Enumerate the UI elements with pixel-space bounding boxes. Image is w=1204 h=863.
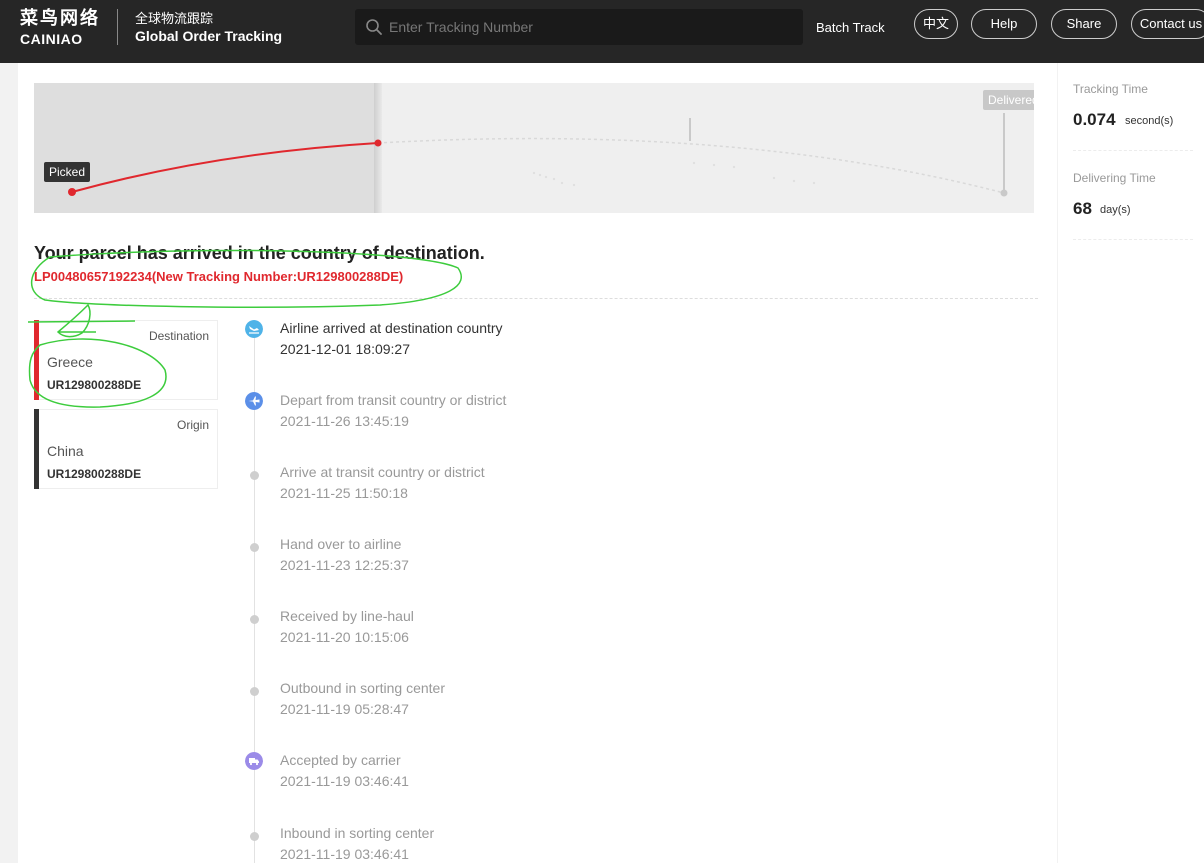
destination-code: UR129800288DE — [47, 378, 142, 392]
logo-en-text: CAINIAO — [20, 31, 83, 47]
event-title: Received by line-haul — [280, 608, 414, 624]
event-time: 2021-11-20 10:15:06 — [280, 629, 409, 645]
logo-cn-text: 菜鸟网络 — [20, 8, 100, 28]
top-header: 菜鸟网络 CAINIAO 全球物流跟踪 Global Order Trackin… — [0, 0, 1204, 63]
event-time: 2021-11-19 03:46:41 — [280, 846, 409, 862]
stats-divider — [1073, 239, 1193, 240]
site-subtitle: 全球物流跟踪 Global Order Tracking — [135, 10, 282, 46]
contact-us-button[interactable]: Contact us — [1131, 9, 1204, 39]
delivering-time-value: 68 — [1073, 199, 1092, 218]
batch-track-link[interactable]: Batch Track — [816, 20, 885, 35]
delivering-time-label: Delivering Time — [1073, 171, 1156, 185]
event-title: Accepted by carrier — [280, 752, 401, 768]
event-time: 2021-12-01 18:09:27 — [280, 341, 410, 357]
main-panel: Picked Delivered Your parcel has arrived… — [18, 63, 1057, 863]
plane-icon — [245, 392, 263, 410]
truck-icon — [245, 752, 263, 770]
route-map: Picked Delivered — [34, 83, 1034, 213]
event-time: 2021-11-19 03:46:41 — [280, 773, 409, 789]
destination-label: Destination — [148, 329, 209, 343]
event-time: 2021-11-23 12:25:37 — [280, 557, 409, 573]
subtitle-cn: 全球物流跟踪 — [135, 11, 214, 26]
event-title: Arrive at transit country or district — [280, 464, 485, 480]
event-title: Hand over to airline — [280, 536, 402, 552]
event-title: Outbound in sorting center — [280, 680, 445, 696]
share-button[interactable]: Share — [1051, 9, 1117, 39]
timeline-dot — [250, 471, 259, 480]
tracking-time-value: 0.074 — [1073, 110, 1116, 129]
origin-bar — [34, 409, 39, 489]
current-location-marker — [374, 139, 382, 147]
event-time: 2021-11-19 05:28:47 — [280, 701, 409, 717]
timeline-dot — [250, 543, 259, 552]
parcel-status-title: Your parcel has arrived in the country o… — [34, 243, 485, 263]
search-box — [355, 9, 803, 45]
timeline-event: Airline arrived at destination country 2… — [243, 320, 743, 370]
event-time: 2021-11-26 13:45:19 — [280, 413, 409, 429]
cainiao-logo[interactable]: 菜鸟网络 CAINIAO — [20, 8, 100, 48]
timeline-event: Arrive at transit country or district 20… — [243, 464, 743, 514]
destination-card: Destination Greece UR129800288DE — [34, 320, 218, 400]
route-path — [68, 113, 1008, 197]
event-title: Depart from transit country or district — [280, 392, 507, 408]
timeline-event: Outbound in sorting center 2021-11-19 05… — [243, 680, 743, 730]
picked-marker — [68, 188, 76, 196]
tracking-time-label: Tracking Time — [1073, 82, 1148, 96]
logo-divider — [117, 9, 118, 45]
stats-panel: Tracking Time 0.074 second(s) Delivering… — [1058, 63, 1204, 863]
delivered-marker — [1000, 189, 1008, 197]
origin-country: China — [47, 443, 84, 459]
timeline-dot — [250, 832, 259, 841]
timeline-dot — [250, 615, 259, 624]
event-time: 2021-11-25 11:50:18 — [280, 485, 408, 501]
timeline-event: Hand over to airline 2021-11-23 12:25:37 — [243, 536, 743, 586]
timeline-dot — [250, 687, 259, 696]
tracking-time-unit: second(s) — [1125, 115, 1174, 127]
plane-landing-icon — [245, 320, 263, 338]
destination-country: Greece — [47, 354, 93, 370]
event-title: Airline arrived at destination country — [280, 320, 503, 336]
event-title: Inbound in sorting center — [280, 825, 435, 841]
delivering-time-unit: day(s) — [1100, 204, 1131, 216]
origin-card: Origin China UR129800288DE — [34, 409, 218, 489]
language-button[interactable]: 中文 — [914, 9, 958, 39]
tracking-number-input[interactable] — [389, 9, 789, 45]
origin-label: Origin — [176, 418, 209, 432]
stats-divider — [1073, 150, 1193, 151]
origin-code: UR129800288DE — [47, 467, 142, 481]
delivered-tag: Delivered — [983, 90, 1034, 110]
timeline-event: Received by line-haul 2021-11-20 10:15:0… — [243, 608, 743, 658]
destination-bar — [34, 320, 39, 400]
timeline-event: Accepted by carrier 2021-11-19 03:46:41 — [243, 752, 743, 802]
help-button[interactable]: Help — [971, 9, 1037, 39]
search-icon[interactable] — [365, 18, 383, 36]
timeline-event: Inbound in sorting center 2021-11-19 03:… — [243, 825, 743, 863]
picked-tag: Picked — [44, 162, 91, 182]
timeline-event: Depart from transit country or district … — [243, 392, 743, 442]
subtitle-en: Global Order Tracking — [135, 28, 283, 44]
section-divider — [34, 298, 1038, 299]
tracking-number: LP00480657192234(New Tracking Number:UR1… — [34, 269, 404, 284]
